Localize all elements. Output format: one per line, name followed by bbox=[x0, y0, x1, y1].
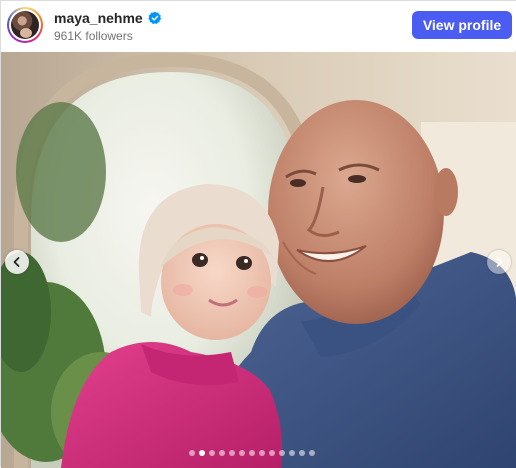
carousel-dot bbox=[209, 450, 215, 456]
photo-illustration bbox=[1, 52, 516, 468]
previous-slide-button[interactable] bbox=[5, 250, 29, 274]
carousel-dot bbox=[189, 450, 195, 456]
carousel-indicator bbox=[189, 450, 315, 456]
chevron-left-icon bbox=[13, 257, 20, 267]
post-header: maya_nehme 961K followers View profile bbox=[1, 1, 516, 51]
carousel-dot bbox=[279, 450, 285, 456]
carousel-dot bbox=[219, 450, 225, 456]
avatar-image bbox=[11, 11, 39, 39]
carousel-dot bbox=[249, 450, 255, 456]
follower-count: 961K followers bbox=[54, 29, 133, 43]
username[interactable]: maya_nehme bbox=[54, 10, 143, 26]
next-slide-button[interactable] bbox=[487, 250, 511, 274]
carousel-dot bbox=[269, 450, 275, 456]
carousel-dot bbox=[239, 450, 245, 456]
carousel-dot bbox=[229, 450, 235, 456]
post-photo[interactable] bbox=[1, 52, 516, 468]
carousel-dot bbox=[199, 450, 205, 456]
view-profile-button[interactable]: View profile bbox=[412, 11, 512, 39]
carousel-dot bbox=[309, 450, 315, 456]
instagram-embed: maya_nehme 961K followers View profile bbox=[0, 0, 516, 468]
carousel-dot bbox=[289, 450, 295, 456]
carousel-dot bbox=[259, 450, 265, 456]
profile-avatar[interactable] bbox=[7, 7, 43, 43]
carousel-dot bbox=[299, 450, 305, 456]
chevron-right-icon bbox=[496, 257, 503, 267]
verified-badge-icon bbox=[148, 11, 161, 25]
